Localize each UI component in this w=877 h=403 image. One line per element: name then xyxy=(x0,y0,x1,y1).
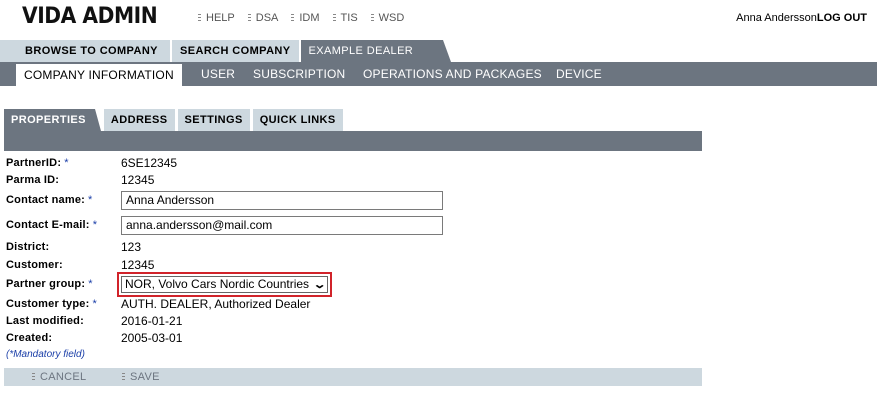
property-tabs: PROPERTIES ADDRESS SETTINGS QUICK LINKS xyxy=(4,109,346,131)
partner-group-select[interactable]: NOR, Volvo Cars Nordic Countries ⌄ xyxy=(121,275,329,293)
customer-label: Customer: xyxy=(6,259,63,271)
customer-type-value: AUTH. DEALER, Authorized Dealer xyxy=(121,297,311,311)
contact-email-input[interactable] xyxy=(121,215,443,235)
customer-value: 12345 xyxy=(121,258,155,272)
save-button[interactable]: SAVE xyxy=(122,368,160,386)
partner-group-label: Partner group: xyxy=(6,278,86,290)
tab-example-dealer[interactable]: EXAMPLE DEALER xyxy=(300,40,451,62)
grip-icon xyxy=(332,13,336,23)
top-links: HELP DSA IDM TIS WSD xyxy=(198,12,417,24)
mandatory-star: * xyxy=(92,298,97,310)
user-area: Anna AnderssonLOG OUT xyxy=(736,12,867,24)
row-created: Created: 2005-03-01 xyxy=(6,330,706,346)
row-district: District: 123 xyxy=(6,239,706,255)
dsa-link[interactable]: DSA xyxy=(247,12,278,24)
idm-link[interactable]: IDM xyxy=(291,12,320,24)
grip-icon xyxy=(370,13,374,23)
row-partner-group: Partner group: * NOR, Volvo Cars Nordic C… xyxy=(6,271,706,297)
mandatory-star: * xyxy=(92,219,98,231)
help-link[interactable]: HELP xyxy=(198,12,235,24)
partner-group-highlight: NOR, Volvo Cars Nordic Countries ⌄ xyxy=(117,271,333,297)
contact-email-label: Contact E-mail: xyxy=(6,219,90,231)
wsd-link[interactable]: WSD xyxy=(370,12,404,24)
mandatory-star: * xyxy=(88,194,93,206)
subnav-company-information[interactable]: COMPANY INFORMATION xyxy=(16,64,182,86)
logout-link[interactable]: LOG OUT xyxy=(817,12,867,24)
subnav-subscription[interactable]: SUBSCRIPTION xyxy=(253,62,345,86)
tab-search-company[interactable]: SEARCH COMPANY xyxy=(172,40,299,62)
subnav-device[interactable]: DEVICE xyxy=(556,62,602,86)
customer-type-label: Customer type: xyxy=(6,298,90,310)
row-customer: Customer: 12345 xyxy=(6,257,706,273)
action-bar: CANCEL SAVE xyxy=(4,368,702,386)
cancel-button[interactable]: CANCEL xyxy=(32,368,86,386)
partner-group-selected-value: NOR, Volvo Cars Nordic Countries xyxy=(125,277,310,291)
partner-id-value: 6SE12345 xyxy=(121,156,178,170)
tab-settings[interactable]: SETTINGS xyxy=(177,109,250,131)
app-logo: VIDA ADMIN xyxy=(22,4,158,29)
row-contact-name: Contact name: * xyxy=(6,190,706,210)
tab-quick-links[interactable]: QUICK LINKS xyxy=(252,109,343,131)
created-label: Created: xyxy=(6,332,53,344)
district-value: 123 xyxy=(121,240,142,254)
grip-icon xyxy=(247,13,251,23)
tab-address[interactable]: ADDRESS xyxy=(103,109,175,131)
properties-header-bar xyxy=(4,131,702,151)
chevron-down-icon: ⌄ xyxy=(312,278,327,291)
row-contact-email: Contact E-mail: * xyxy=(6,215,706,235)
row-last-modified: Last modified: 2016-01-21 xyxy=(6,313,706,329)
tab-browse-to-company[interactable]: BROWSE TO COMPANY xyxy=(0,40,170,62)
grip-icon xyxy=(122,372,125,382)
row-parma-id: Parma ID: 12345 xyxy=(6,172,706,188)
subnav-operations-and-packages[interactable]: OPERATIONS AND PACKAGES xyxy=(363,62,542,86)
parma-id-value: 12345 xyxy=(121,173,155,187)
mandatory-field-note: (*Mandatory field) xyxy=(6,349,85,360)
contact-name-label: Contact name: xyxy=(6,194,85,206)
district-label: District: xyxy=(6,241,50,253)
parma-id-label: Parma ID: xyxy=(6,174,60,186)
partner-id-label: PartnerID: xyxy=(6,157,62,169)
tis-link[interactable]: TIS xyxy=(332,12,358,24)
sub-navigation: COMPANY INFORMATION USER SUBSCRIPTION OP… xyxy=(0,62,877,86)
row-partner-id: PartnerID: * 6SE12345 xyxy=(6,155,706,171)
mandatory-star: * xyxy=(64,157,69,169)
subnav-user[interactable]: USER xyxy=(201,62,235,86)
grip-icon xyxy=(32,372,35,382)
created-value: 2005-03-01 xyxy=(121,331,183,345)
row-customer-type: Customer type: * AUTH. DEALER, Authorized… xyxy=(6,296,706,312)
contact-name-input[interactable] xyxy=(121,190,443,210)
user-name: Anna Andersson xyxy=(736,12,817,24)
grip-icon xyxy=(198,13,201,23)
grip-icon xyxy=(291,13,295,23)
mandatory-star: * xyxy=(88,278,93,290)
tab-properties[interactable]: PROPERTIES xyxy=(4,109,101,131)
last-modified-value: 2016-01-21 xyxy=(121,314,183,328)
last-modified-label: Last modified: xyxy=(6,315,84,327)
main-tabs: BROWSE TO COMPANY SEARCH COMPANY EXAMPLE… xyxy=(0,40,451,62)
